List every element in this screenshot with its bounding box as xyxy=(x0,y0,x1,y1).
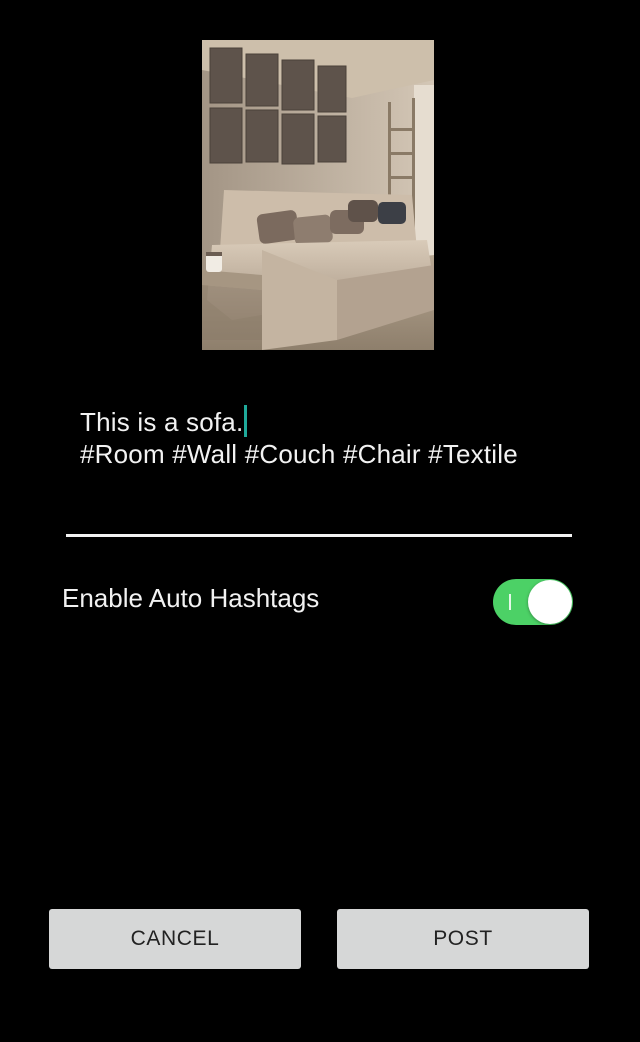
caption-field-underline xyxy=(66,534,572,537)
caption-text: This is a sofa. xyxy=(80,407,244,437)
caption-field[interactable]: This is a sofa. #Room #Wall #Couch #Chai… xyxy=(80,405,580,470)
caption-first-line: This is a sofa. xyxy=(80,405,580,438)
post-button[interactable]: POST xyxy=(337,909,589,969)
toggle-knob[interactable] xyxy=(528,580,572,624)
text-cursor xyxy=(244,405,248,437)
post-composer-screen: This is a sofa. #Room #Wall #Couch #Chai… xyxy=(0,0,640,1042)
cancel-button[interactable]: CANCEL xyxy=(49,909,301,969)
auto-hashtags-label: Enable Auto Hashtags xyxy=(62,583,320,613)
toggle-on-indicator xyxy=(509,594,511,610)
auto-hashtags-toggle[interactable] xyxy=(493,579,573,625)
sofa-photo-illustration xyxy=(202,40,434,350)
caption-hashtags: #Room #Wall #Couch #Chair #Textile xyxy=(80,439,518,469)
preview-image xyxy=(202,40,434,350)
